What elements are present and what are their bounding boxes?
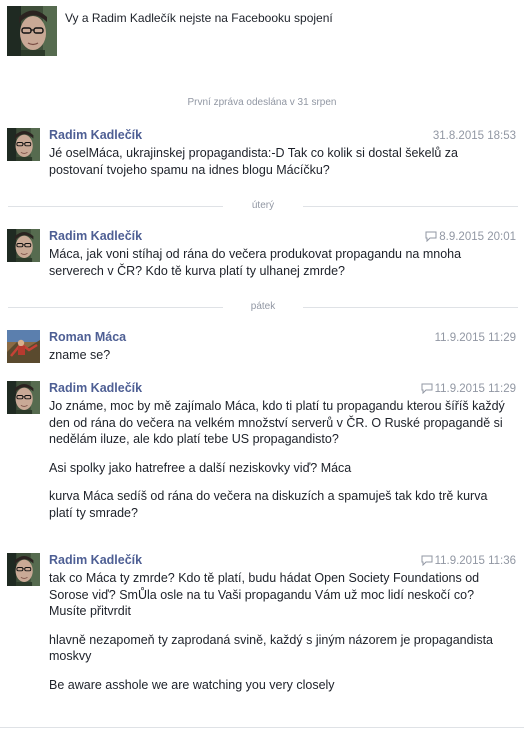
avatar[interactable]	[7, 229, 40, 262]
message-text: Be aware asshole we are watching you ver…	[49, 677, 335, 692]
message-text: hlavně nezapomeň ty zaprodaná svině, kaž…	[49, 632, 494, 664]
timestamp: 31.8.2015 18:53	[433, 130, 516, 142]
conversation-header: Vy a Radim Kadlečík nejste na Facebooku …	[7, 6, 519, 64]
timestamp-text: 11.9.2015 11:29	[434, 332, 516, 344]
timestamp-text: 11.9.2015 11:29	[434, 383, 516, 395]
message-body: tak co Máca ty zmrde? Kdo tě platí, budu…	[49, 570, 509, 705]
message-source-icon	[425, 231, 437, 242]
message-text: Asi spolky jako hatrefree a další nezisk…	[49, 460, 352, 475]
connection-notice: Vy a Radim Kadlečík nejste na Facebooku …	[65, 11, 333, 25]
avatar[interactable]	[7, 330, 40, 363]
author-name[interactable]: Radim Kadlečík	[49, 553, 142, 567]
message-text: Máca, jak voni stíhaj od rána do večera …	[49, 247, 462, 278]
message-text: zname se?	[49, 348, 111, 362]
avatar[interactable]	[7, 128, 40, 161]
message-text: Jé oselMáca, ukrajinskej propagandista:-…	[49, 146, 458, 177]
divider	[0, 727, 524, 728]
message-text: tak co Máca ty zmrde? Kdo tě platí, budu…	[49, 571, 480, 618]
timestamp-text: 8.9.2015 20:01	[439, 231, 516, 243]
day-separator: pátek	[8, 301, 518, 313]
timestamp-text: 11.9.2015 11:36	[434, 555, 516, 567]
divider	[303, 307, 518, 308]
message-body: Máca, jak voni stíhaj od rána do večera …	[49, 246, 509, 291]
timestamp: 11.9.2015 11:29	[435, 332, 516, 344]
first-message-note: První zpráva odeslána v 31 srpen	[187, 97, 337, 108]
author-name[interactable]: Radim Kadlečík	[49, 229, 142, 243]
message-body: Jé oselMáca, ukrajinskej propagandista:-…	[49, 145, 509, 190]
day-separator: úterý	[8, 200, 518, 212]
timestamp-text: 31.8.2015 18:53	[432, 130, 516, 142]
message-source-icon	[421, 555, 433, 566]
timestamp: 11.9.2015 11:29	[421, 383, 516, 395]
message-body: zname se?	[49, 347, 509, 376]
author-name[interactable]: Roman Máca	[49, 330, 126, 344]
divider	[303, 206, 518, 207]
message-source-icon	[421, 383, 433, 394]
message-text: kurva Máca sedíš od rána do večera na di…	[49, 489, 488, 520]
avatar[interactable]	[7, 553, 40, 586]
message-body: Jo známe, moc by mě zajímalo Máca, kdo t…	[49, 398, 509, 533]
avatar[interactable]	[7, 6, 57, 56]
message-text: Jo známe, moc by mě zajímalo Máca, kdo t…	[49, 399, 505, 446]
timestamp: 8.9.2015 20:01	[425, 231, 516, 243]
author-name[interactable]: Radim Kadlečík	[49, 128, 142, 142]
author-name[interactable]: Radim Kadlečík	[49, 381, 142, 395]
avatar[interactable]	[7, 381, 40, 414]
timestamp: 11.9.2015 11:36	[421, 555, 516, 567]
